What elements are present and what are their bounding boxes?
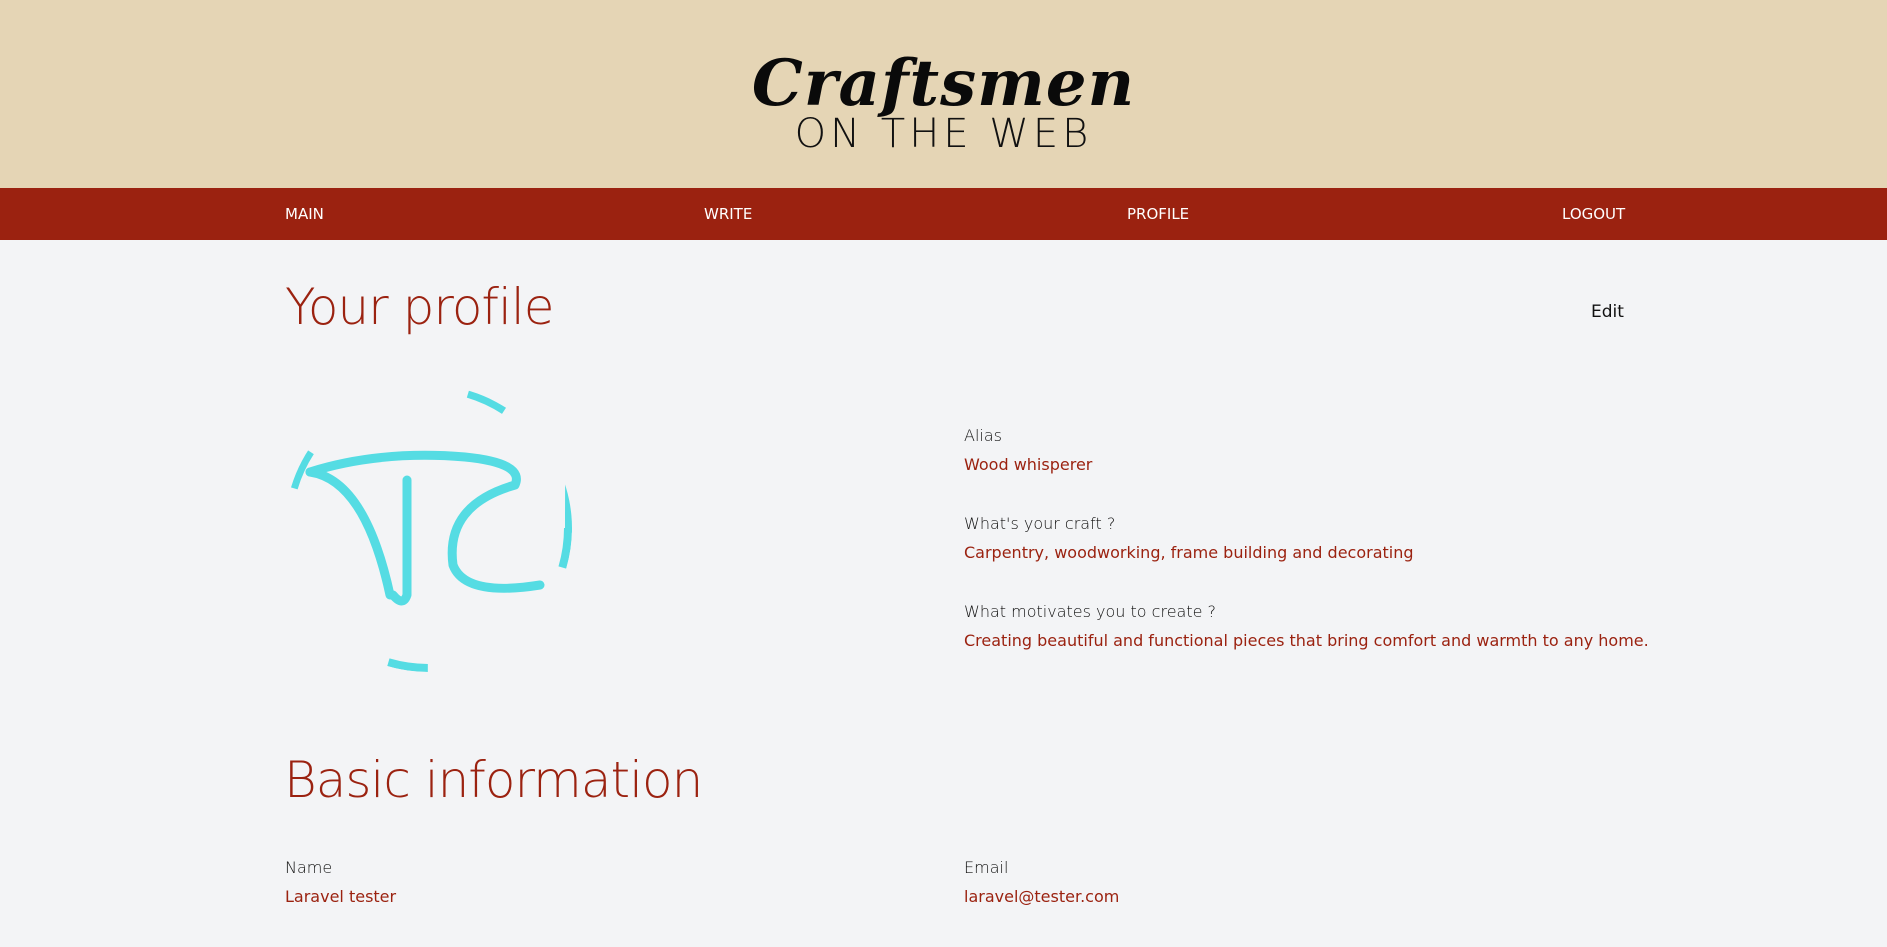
motivation-label: What motivates you to create ?	[964, 602, 1217, 621]
nav-profile[interactable]: PROFILE	[1127, 188, 1189, 240]
nav-write[interactable]: WRITE	[704, 188, 752, 240]
craft-label: What's your craft ?	[964, 514, 1116, 533]
monogram-avatar-icon	[285, 385, 572, 672]
email-label: Email	[964, 858, 1009, 877]
craft-value: Carpentry, woodworking, frame building a…	[964, 543, 1414, 562]
brand-title: Craftsmen	[751, 46, 1136, 121]
nav-logout[interactable]: LOGOUT	[1562, 188, 1625, 240]
brand-subtitle: ON THE WEB	[794, 111, 1093, 157]
name-value: Laravel tester	[285, 887, 397, 906]
alias-value: Wood whisperer	[964, 455, 1093, 474]
profile-avatar	[285, 385, 572, 672]
nav-main[interactable]: MAIN	[285, 188, 324, 240]
edit-profile-link[interactable]: Edit	[1591, 302, 1624, 322]
site-header: Craftsmen ON THE WEB	[0, 0, 1887, 188]
profile-heading: Your profile	[285, 278, 555, 336]
basic-info-heading: Basic information	[284, 751, 703, 809]
main-navbar: MAIN WRITE PROFILE LOGOUT	[0, 188, 1887, 240]
alias-label: Alias	[964, 426, 1002, 445]
brand-logo[interactable]: Craftsmen ON THE WEB	[0, 46, 1887, 157]
email-value: laravel@tester.com	[964, 887, 1120, 906]
motivation-value: Creating beautiful and functional pieces…	[964, 631, 1649, 650]
name-label: Name	[285, 858, 333, 877]
